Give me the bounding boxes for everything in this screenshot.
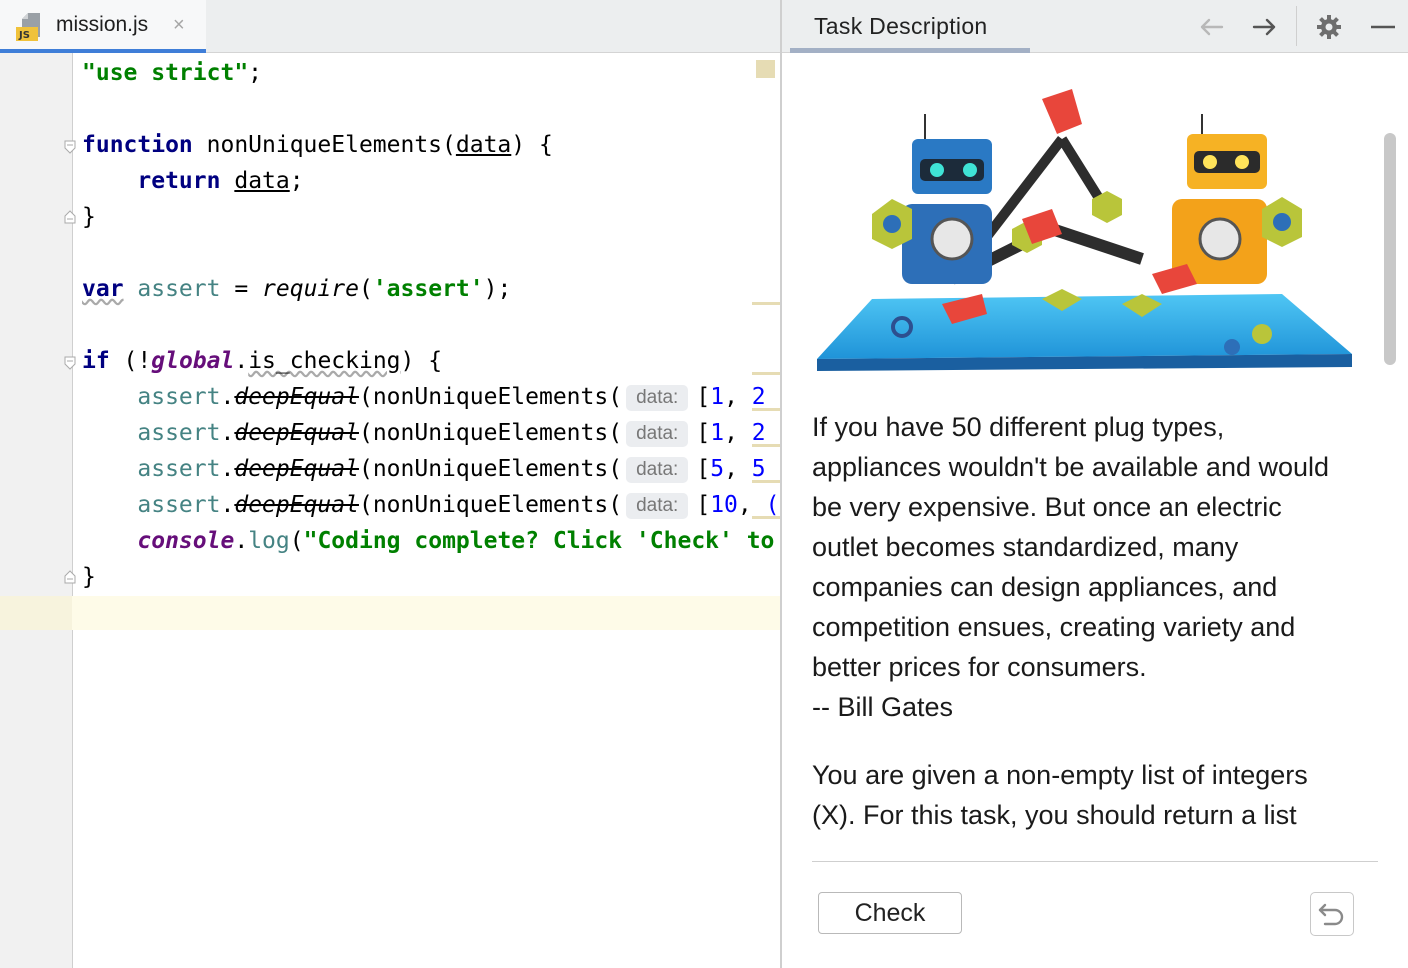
description-line: (X). For this task, you should return a … [812, 800, 1297, 830]
quote-line: better prices for consumers. [812, 652, 1147, 682]
check-button[interactable]: Check [818, 892, 962, 934]
header-separator [1296, 6, 1297, 46]
quote-line: competition ensues, creating variety and [812, 612, 1296, 642]
gear-icon[interactable] [1314, 12, 1344, 42]
parameter-hint: data: [626, 421, 689, 447]
arrow-left-icon[interactable] [1196, 12, 1226, 42]
task-content-scroll[interactable]: If you have 50 different plug types, app… [782, 53, 1408, 861]
code-line-9[interactable]: if (!global.is_checking) { [82, 346, 442, 376]
code-line-15[interactable]: } [82, 562, 96, 592]
task-panel-header: Task Description [782, 0, 1408, 53]
parameter-hint: data: [626, 457, 689, 483]
editor-tab-bar: JS mission.js × [0, 0, 780, 53]
quote-line: If you have 50 different plug types, [812, 412, 1225, 442]
quote-line: be very expensive. But once an electric [812, 492, 1282, 522]
parameter-hint: data: [626, 385, 689, 411]
code-line-5[interactable]: } [82, 202, 96, 232]
fold-close-icon[interactable] [64, 210, 76, 224]
code-line-12[interactable]: assert.deepEqual(nonUniqueElements(data:… [82, 454, 766, 484]
js-file-icon: JS [16, 13, 40, 41]
line-gutter [0, 53, 73, 968]
fold-open-icon[interactable] [64, 140, 76, 154]
close-tab-icon[interactable]: × [173, 13, 185, 37]
footer-divider [812, 861, 1378, 862]
arrow-right-icon[interactable] [1250, 12, 1280, 42]
js-badge-text: JS [18, 30, 30, 41]
fold-open-icon[interactable] [64, 356, 76, 370]
quote-line: outlet becomes standardized, many [812, 532, 1239, 562]
undo-icon [1318, 903, 1344, 926]
error-stripe-marker[interactable] [752, 302, 780, 305]
code-editor[interactable]: JS mission.js × "use strict"; function n… [0, 0, 780, 968]
code-line-14[interactable]: console.log("Coding complete? Click 'Che… [82, 526, 774, 556]
task-description-tab[interactable]: Task Description [814, 13, 988, 40]
vertical-scrollbar[interactable] [1384, 133, 1396, 365]
fold-close-icon[interactable] [64, 570, 76, 584]
task-description-panel: Task Description If you have 50 differen… [782, 0, 1408, 968]
code-line-13[interactable]: assert.deepEqual(nonUniqueElements(data:… [82, 490, 779, 520]
code-line-7[interactable]: var assert = require('assert'); [82, 274, 511, 304]
quote-paragraph: If you have 50 different plug types, app… [812, 407, 1372, 727]
current-line-highlight [0, 596, 780, 630]
code-line-1[interactable]: "use strict"; [82, 58, 262, 88]
code-line-10[interactable]: assert.deepEqual(nonUniqueElements(data:… [82, 382, 766, 412]
code-line-3[interactable]: function nonUniqueElements(data) { [82, 130, 553, 160]
code-line-4[interactable]: return data; [82, 166, 303, 196]
quote-line: appliances wouldn't be available and wou… [812, 452, 1330, 482]
task-description-paragraph: You are given a non-empty list of intege… [812, 755, 1372, 835]
code-line-11[interactable]: assert.deepEqual(nonUniqueElements(data:… [82, 418, 766, 448]
minimize-icon[interactable] [1368, 12, 1398, 42]
two-robots-building-illustration [817, 89, 1352, 371]
quote-line: companies can design appliances, and [812, 572, 1278, 602]
error-stripe-marker[interactable] [752, 372, 780, 375]
description-line: You are given a non-empty list of intege… [812, 760, 1308, 790]
quote-author: -- Bill Gates [812, 692, 954, 722]
file-tab-label: mission.js [56, 13, 149, 36]
reset-button[interactable] [1310, 892, 1354, 936]
parameter-hint: data: [626, 493, 689, 519]
file-tab-mission-js[interactable]: JS mission.js × [0, 0, 206, 53]
inspection-status-marker[interactable] [756, 60, 775, 78]
